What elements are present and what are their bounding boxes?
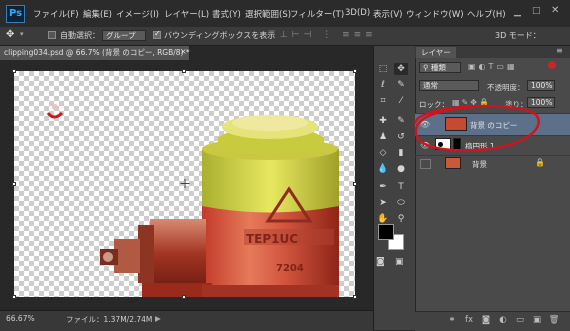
menu-image[interactable]: イメージ(I) (116, 8, 159, 20)
photoshop-logo: Ps (6, 5, 25, 23)
mode-3d-label: 3D モード： (495, 31, 541, 40)
close-tab-icon[interactable]: × (180, 47, 187, 56)
foreground-color-swatch[interactable] (378, 224, 394, 240)
type-tool-icon[interactable]: T (394, 181, 408, 193)
filter-icons[interactable]: ▣◐T▭▦ (468, 62, 518, 71)
transform-handle[interactable] (182, 69, 186, 73)
pen-tool-icon[interactable]: ✒ (376, 181, 390, 193)
layer-filter-dropdown[interactable]: ⚲ 種類 (419, 62, 461, 73)
tab-layers[interactable]: レイヤー (416, 47, 456, 58)
transform-handle[interactable] (353, 69, 357, 73)
link-layers-icon[interactable]: ⚭ (446, 314, 458, 326)
add-mask-icon[interactable]: ◙ (480, 314, 492, 326)
crop-tool-icon[interactable]: ⌗ (376, 95, 390, 107)
move-tool-icon[interactable]: ✥ (394, 63, 408, 75)
lasso-tool-icon[interactable]: ℓ (376, 79, 390, 91)
menu-file[interactable]: ファイル(F) (33, 8, 79, 20)
quick-select-icon[interactable]: ✎ (394, 79, 408, 91)
auto-select-dropdown[interactable]: グループ (102, 30, 146, 41)
svg-text:TEP1UC: TEP1UC (246, 232, 298, 246)
ellipse-tool-icon[interactable]: ⬭ (394, 197, 408, 209)
menu-view[interactable]: 表示(V) (373, 8, 402, 20)
document-tab[interactable]: clipping034.psd @ 66.7% (背景 のコピー, RGB/8)… (0, 46, 190, 60)
menu-window[interactable]: ウィンドウ(W) (406, 8, 464, 20)
blur-tool-icon[interactable]: 💧 (376, 163, 390, 175)
status-bar (0, 310, 373, 331)
transform-handle[interactable] (353, 295, 357, 299)
screen-mode-icon[interactable]: ▣ (395, 257, 404, 267)
status-menu-arrow[interactable]: ▶ (155, 314, 161, 323)
fx-icon[interactable]: fx (463, 314, 475, 326)
lock-icon: 🔒 (535, 158, 545, 167)
chevron-down-icon[interactable]: ▾ (20, 30, 24, 38)
panel-menu-icon[interactable]: ≡ (556, 46, 563, 55)
filter-toggle-icon[interactable] (548, 61, 556, 69)
layer-name[interactable]: 背景 (472, 159, 487, 170)
annotation-circle (413, 104, 540, 152)
delete-layer-icon[interactable]: 🗑 (548, 314, 560, 326)
zoom-level[interactable]: 66.67% (6, 314, 35, 323)
quick-mask-icon[interactable]: ◙ (376, 257, 385, 267)
hydrant-image: TEP1UC 7204 (46, 104, 339, 297)
align-icons[interactable]: ⊤⊥⊢⊣ ⋮ ≡≡≡ (268, 30, 377, 40)
adjustment-layer-icon[interactable]: ◐ (497, 314, 509, 326)
menu-help[interactable]: ヘルプ(H) (467, 8, 506, 20)
auto-select-label: 自動選択： (60, 31, 100, 40)
minimize-icon[interactable]: ▁ (514, 7, 521, 17)
transform-handle[interactable] (12, 182, 16, 186)
maximize-icon[interactable]: □ (532, 6, 541, 16)
menu-edit[interactable]: 編集(E) (83, 8, 112, 20)
show-bbox-checkbox[interactable] (153, 29, 161, 39)
path-select-icon[interactable]: ➤ (376, 197, 390, 209)
menu-select[interactable]: 選択範囲(S) (245, 8, 291, 20)
layer-thumbnail (445, 157, 461, 169)
file-info: ファイル：1.37M/2.74M (66, 315, 153, 324)
move-tool-icon[interactable]: ✥ (6, 29, 14, 40)
transform-handle[interactable] (12, 69, 16, 73)
document-canvas[interactable]: TEP1UC 7204 (14, 71, 355, 297)
show-bbox-label: バウンディングボックスを表示 (164, 31, 276, 40)
transform-handle[interactable] (353, 182, 357, 186)
menu-layer[interactable]: レイヤー(L) (164, 8, 209, 20)
transform-handle[interactable] (12, 295, 16, 299)
healing-brush-icon[interactable]: ✚ (376, 115, 390, 127)
svg-text:7204: 7204 (276, 263, 304, 274)
new-layer-icon[interactable]: ▣ (531, 314, 543, 326)
auto-select-checkbox[interactable] (48, 31, 56, 39)
marquee-tool-icon[interactable]: ⬚ (376, 63, 390, 75)
dodge-tool-icon[interactable]: ● (394, 163, 408, 175)
zoom-tool-icon[interactable]: ⚲ (394, 213, 408, 225)
new-group-icon[interactable]: ▭ (514, 314, 526, 326)
clone-stamp-icon[interactable]: ♟ (376, 131, 390, 143)
opacity-input[interactable]: 100% (527, 80, 555, 91)
transform-handle[interactable] (182, 295, 186, 299)
eraser-tool-icon[interactable]: ◇ (376, 147, 390, 159)
layers-footer (415, 311, 570, 331)
menu-3d[interactable]: 3D(D) (345, 8, 370, 18)
layer-row-background[interactable] (415, 155, 570, 171)
blend-mode-dropdown[interactable]: 通常 (419, 80, 479, 91)
visibility-empty-box[interactable] (420, 159, 431, 169)
close-window-icon[interactable]: ✕ (551, 5, 559, 16)
menu-filter[interactable]: フィルター(T) (290, 8, 344, 20)
menu-type[interactable]: 書式(Y) (212, 8, 241, 20)
opacity-label: 不透明度： (487, 83, 525, 92)
